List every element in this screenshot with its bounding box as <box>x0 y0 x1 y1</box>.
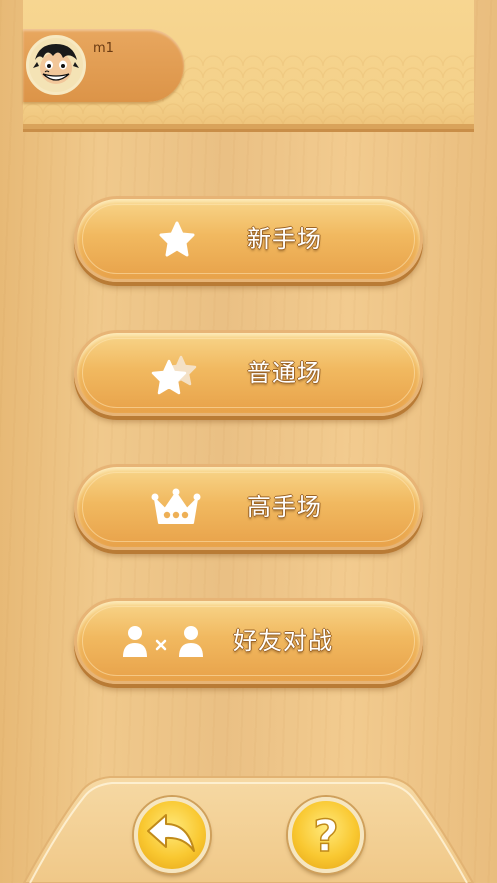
avatar-pirate-icon <box>33 44 79 84</box>
back-button[interactable] <box>134 797 210 873</box>
normal-room-button[interactable]: 普通场 <box>74 330 423 416</box>
menu-label: 新手场 <box>247 225 322 253</box>
username: m1 <box>93 41 114 56</box>
crown-icon <box>151 488 201 524</box>
profile-badge[interactable]: m1 <box>23 29 184 102</box>
menu-label: 普通场 <box>247 359 322 387</box>
star-icon <box>159 221 195 257</box>
friend-battle-button[interactable]: 好友对战 <box>74 598 423 684</box>
toolbar-base <box>22 776 475 883</box>
menu-label: 高手场 <box>247 493 322 521</box>
bottom-toolbar: ? <box>0 775 497 883</box>
menu-label: 好友对战 <box>233 627 333 655</box>
help-button[interactable]: ? <box>288 797 364 873</box>
double-star-icon <box>151 355 197 395</box>
avatar[interactable] <box>26 35 86 95</box>
wood-background <box>0 0 497 883</box>
novice-room-button[interactable]: 新手场 <box>74 196 423 282</box>
back-arrow-icon <box>147 814 195 852</box>
expert-room-button[interactable]: 高手场 <box>74 464 423 550</box>
friends-versus-icon <box>123 626 203 657</box>
svg-text:?: ? <box>313 811 339 862</box>
question-mark-icon: ? <box>312 810 339 863</box>
